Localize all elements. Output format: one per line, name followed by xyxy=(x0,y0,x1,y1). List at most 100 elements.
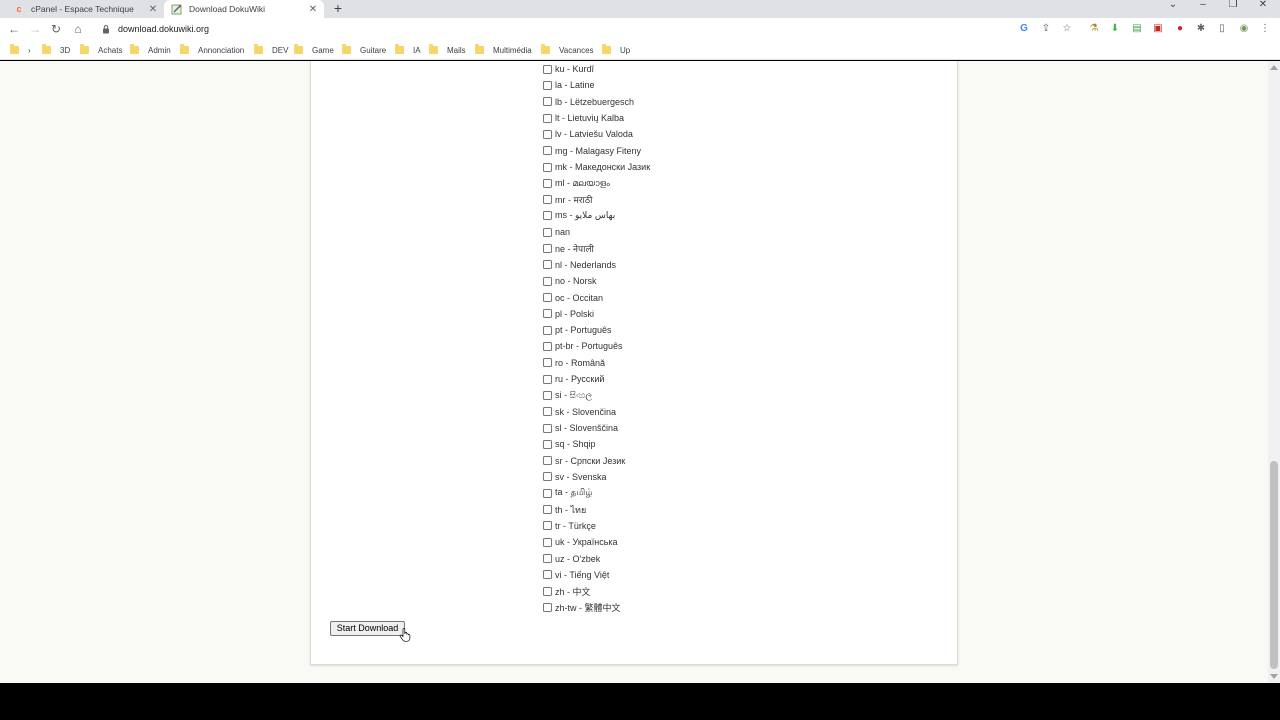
language-checkbox[interactable] xyxy=(543,244,552,254)
page-scrollbar[interactable] xyxy=(1268,61,1280,683)
bookmark-folder[interactable]: Multimédia xyxy=(475,44,532,56)
language-checkbox[interactable] xyxy=(543,505,552,515)
language-checkbox[interactable] xyxy=(543,260,552,270)
language-option[interactable]: ms - بهاس ملايو xyxy=(543,208,843,224)
language-option[interactable]: oc - Occitan xyxy=(543,289,843,305)
language-checkbox[interactable] xyxy=(543,211,552,221)
reload-icon[interactable]: ↻ xyxy=(48,21,64,37)
language-option[interactable]: mg - Malagasy Fiteny xyxy=(543,143,843,159)
bookmark-folder[interactable]: Game xyxy=(294,44,334,56)
language-option[interactable]: pt-br - Português xyxy=(543,338,843,354)
language-option[interactable]: vi - Tiếng Việt xyxy=(543,567,843,583)
language-option[interactable]: lt - Lietuvių Kalba xyxy=(543,110,843,126)
new-tab-button[interactable]: + xyxy=(330,0,346,18)
extension-flask-icon[interactable]: ⚗ xyxy=(1088,23,1100,35)
scroll-up-icon[interactable] xyxy=(1270,65,1278,70)
star-icon[interactable]: ☆ xyxy=(1061,23,1073,35)
language-checkbox[interactable] xyxy=(543,488,552,498)
bookmark-folder[interactable]: DEV xyxy=(254,44,288,56)
chevron-down-icon[interactable]: ⌄ xyxy=(1158,0,1188,12)
language-option[interactable]: la - Latine xyxy=(543,77,843,93)
google-icon[interactable]: G xyxy=(1018,23,1030,35)
extension-print-icon[interactable]: ▤ xyxy=(1131,23,1143,35)
language-checkbox[interactable] xyxy=(543,341,552,351)
bookmark-folder[interactable]: Achats xyxy=(80,44,122,56)
menu-icon[interactable]: ⋮ xyxy=(1259,23,1271,35)
language-checkbox[interactable] xyxy=(543,276,552,286)
language-checkbox[interactable] xyxy=(543,472,552,482)
language-checkbox[interactable] xyxy=(543,293,552,303)
language-option[interactable]: pt - Português xyxy=(543,322,843,338)
bookmark-folder[interactable]: Admin xyxy=(130,44,171,56)
avatar[interactable]: ◉ xyxy=(1238,23,1250,35)
extension-badge-icon[interactable]: ● xyxy=(1174,23,1186,35)
puzzle-icon[interactable]: ✱ xyxy=(1195,23,1207,35)
scrollbar-thumb[interactable] xyxy=(1270,461,1278,669)
bookmark-folder[interactable]: Guitare xyxy=(342,44,386,56)
bookmark-folder[interactable]: Annonciation xyxy=(180,44,244,56)
language-option[interactable]: ml - മലയാളം xyxy=(543,175,843,191)
bookmark-folder[interactable]: 3D xyxy=(42,44,70,56)
language-checkbox[interactable] xyxy=(543,309,552,319)
tab-download-dokuwiki[interactable]: Download DokuWiki ✕ xyxy=(164,0,324,18)
language-option[interactable]: mr - मराठी xyxy=(543,192,843,208)
language-option[interactable]: sk - Slovenčina xyxy=(543,404,843,420)
close-icon[interactable]: ✕ xyxy=(306,4,320,15)
bookmark-folder[interactable]: IA xyxy=(395,44,421,56)
minimize-icon[interactable]: – xyxy=(1188,0,1218,12)
language-option[interactable]: si - සිංහල xyxy=(543,387,843,403)
language-option[interactable]: mk - Македонски Јазик xyxy=(543,159,843,175)
bookmark-folder[interactable]: › xyxy=(10,44,31,56)
language-checkbox[interactable] xyxy=(543,374,552,384)
maximize-icon[interactable]: ❐ xyxy=(1218,0,1248,12)
language-checkbox[interactable] xyxy=(543,554,552,564)
close-icon[interactable]: ✕ xyxy=(146,4,160,15)
language-checkbox[interactable] xyxy=(543,358,552,368)
language-option[interactable]: tr - Türkçe xyxy=(543,518,843,534)
language-checkbox[interactable] xyxy=(543,64,552,74)
start-download-button[interactable]: Start Download xyxy=(330,621,405,636)
language-checkbox[interactable] xyxy=(543,521,552,531)
back-icon[interactable]: ← xyxy=(6,21,22,37)
language-checkbox[interactable] xyxy=(543,439,552,449)
home-icon[interactable]: ⌂ xyxy=(70,21,86,37)
language-option[interactable]: ta - தமிழ் xyxy=(543,485,843,501)
language-checkbox[interactable] xyxy=(543,602,552,612)
scroll-down-icon[interactable] xyxy=(1270,674,1278,679)
language-option[interactable]: nan xyxy=(543,224,843,240)
bookmark-folder[interactable]: Vacances xyxy=(541,44,594,56)
language-checkbox[interactable] xyxy=(543,586,552,596)
language-checkbox[interactable] xyxy=(543,195,552,205)
language-option[interactable]: ne - नेपाली xyxy=(543,240,843,256)
language-option[interactable]: zh - 中文 xyxy=(543,583,843,599)
language-checkbox[interactable] xyxy=(543,325,552,335)
language-option[interactable]: sq - Shqip xyxy=(543,436,843,452)
language-option[interactable]: zh-tw - 繁體中文 xyxy=(543,599,843,615)
language-option[interactable]: lv - Latviešu Valoda xyxy=(543,126,843,142)
language-checkbox[interactable] xyxy=(543,146,552,156)
forward-icon[interactable]: → xyxy=(27,21,43,37)
language-option[interactable]: th - ไทย xyxy=(543,501,843,517)
language-option[interactable]: sv - Svenska xyxy=(543,469,843,485)
language-option[interactable]: pl - Polski xyxy=(543,306,843,322)
side-panel-icon[interactable]: ▯ xyxy=(1216,23,1228,35)
language-option[interactable]: sl - Slovenščina xyxy=(543,420,843,436)
language-option[interactable]: no - Norsk xyxy=(543,273,843,289)
language-checkbox[interactable] xyxy=(543,456,552,466)
language-option[interactable]: ru - Русский xyxy=(543,371,843,387)
language-checkbox[interactable] xyxy=(543,227,552,237)
language-checkbox[interactable] xyxy=(543,80,552,90)
pdf-icon[interactable]: ▣ xyxy=(1152,23,1164,35)
language-checkbox[interactable] xyxy=(543,113,552,123)
language-option[interactable]: nl - Nederlands xyxy=(543,257,843,273)
language-checkbox[interactable] xyxy=(543,570,552,580)
language-option[interactable]: sr - Српски Језик xyxy=(543,453,843,469)
language-checkbox[interactable] xyxy=(543,129,552,139)
language-option[interactable]: lb - Lëtzebuergesch xyxy=(543,94,843,110)
language-option[interactable]: uk - Українська xyxy=(543,534,843,550)
bookmark-folder[interactable]: Up xyxy=(602,44,630,56)
bookmark-folder[interactable]: Mails xyxy=(429,44,466,56)
share-icon[interactable]: ⇪ xyxy=(1040,23,1052,35)
language-option[interactable]: ku - Kurdî xyxy=(543,61,843,77)
language-checkbox[interactable] xyxy=(543,162,552,172)
